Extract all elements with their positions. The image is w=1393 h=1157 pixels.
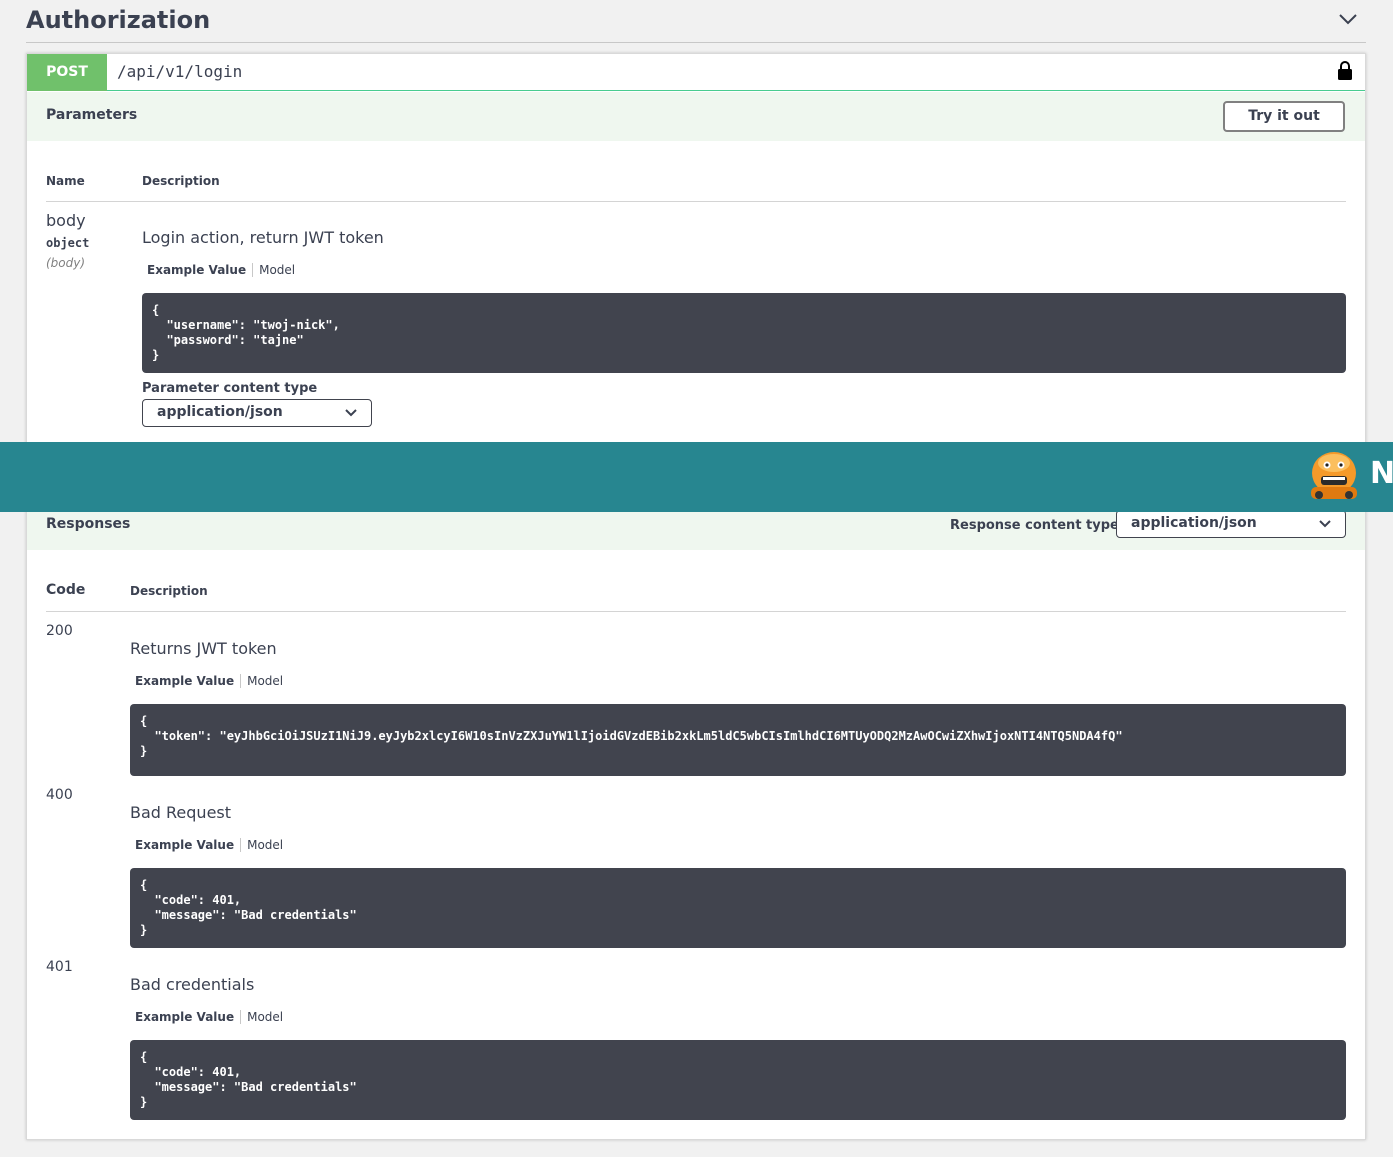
param-content-type-label: Parameter content type xyxy=(142,381,318,396)
tab-model[interactable]: Model xyxy=(241,674,283,688)
col-response-description-header: Description xyxy=(130,584,208,598)
tab-model[interactable]: Model xyxy=(241,838,283,852)
chevron-down-icon xyxy=(1319,520,1331,528)
section-title: Authorization xyxy=(26,6,211,34)
response-description: Bad Request xyxy=(130,803,232,822)
tab-model[interactable]: Model xyxy=(241,1010,283,1024)
param-example-tabs: Example Value Model xyxy=(147,263,295,277)
response-example-code: { "token": "eyJhbGciOiJSUzI1NiJ9.eyJyb2x… xyxy=(130,704,1346,776)
responses-header: Responses Response content type applicat… xyxy=(27,510,1365,550)
param-in: (body) xyxy=(46,256,86,270)
response-content-type-label: Response content type xyxy=(950,518,1119,533)
operation-summary[interactable]: POST /api/v1/login xyxy=(27,54,1365,91)
operation-block: POST /api/v1/login Parameters Try it out… xyxy=(26,53,1366,1140)
response-example-tabs: Example Value Model xyxy=(135,838,283,852)
overlay-banner[interactable]: Ne xyxy=(0,442,1393,512)
parameters-title: Parameters xyxy=(46,107,138,123)
param-example-code: { "username": "twoj-nick", "password": "… xyxy=(142,293,1346,373)
param-type: object xyxy=(46,236,90,250)
param-content-type-select[interactable]: application/json xyxy=(142,399,372,427)
response-code: 401 xyxy=(46,959,73,975)
response-description: Bad credentials xyxy=(130,975,255,994)
mascot-logo xyxy=(1311,452,1357,499)
banner-text: Ne xyxy=(1370,456,1393,491)
response-example-tabs: Example Value Model xyxy=(135,674,283,688)
param-content-type-value: application/json xyxy=(157,404,283,420)
chevron-down-icon[interactable] xyxy=(1338,12,1358,26)
operation-path: /api/v1/login xyxy=(117,62,243,81)
http-method-badge: POST xyxy=(27,54,107,91)
response-description: Returns JWT token xyxy=(130,639,277,658)
chevron-down-icon xyxy=(345,409,357,417)
try-it-out-button[interactable]: Try it out xyxy=(1223,101,1345,132)
tab-model[interactable]: Model xyxy=(253,263,295,277)
response-example-code: { "code": 401, "message": "Bad credentia… xyxy=(130,868,1346,948)
col-description-header: Description xyxy=(142,174,220,188)
response-code: 200 xyxy=(46,623,73,639)
response-content-type-value: application/json xyxy=(1131,515,1257,531)
col-name-header: Name xyxy=(46,174,85,188)
parameters-header: Parameters Try it out xyxy=(27,92,1365,141)
param-name: body xyxy=(46,211,86,230)
lock-icon[interactable] xyxy=(1337,61,1353,81)
section-header[interactable]: Authorization xyxy=(26,0,1366,43)
response-content-type-select[interactable]: application/json xyxy=(1116,510,1346,538)
tab-example-value[interactable]: Example Value xyxy=(135,838,242,852)
divider xyxy=(46,611,1346,612)
col-code-header: Code xyxy=(46,582,86,598)
tab-example-value[interactable]: Example Value xyxy=(135,1010,242,1024)
response-example-tabs: Example Value Model xyxy=(135,1010,283,1024)
tab-example-value[interactable]: Example Value xyxy=(147,263,254,277)
responses-title: Responses xyxy=(46,516,131,532)
response-code: 400 xyxy=(46,787,73,803)
divider xyxy=(46,201,1346,202)
response-example-code: { "code": 401, "message": "Bad credentia… xyxy=(130,1040,1346,1120)
tab-example-value[interactable]: Example Value xyxy=(135,674,242,688)
param-description: Login action, return JWT token xyxy=(142,228,384,247)
